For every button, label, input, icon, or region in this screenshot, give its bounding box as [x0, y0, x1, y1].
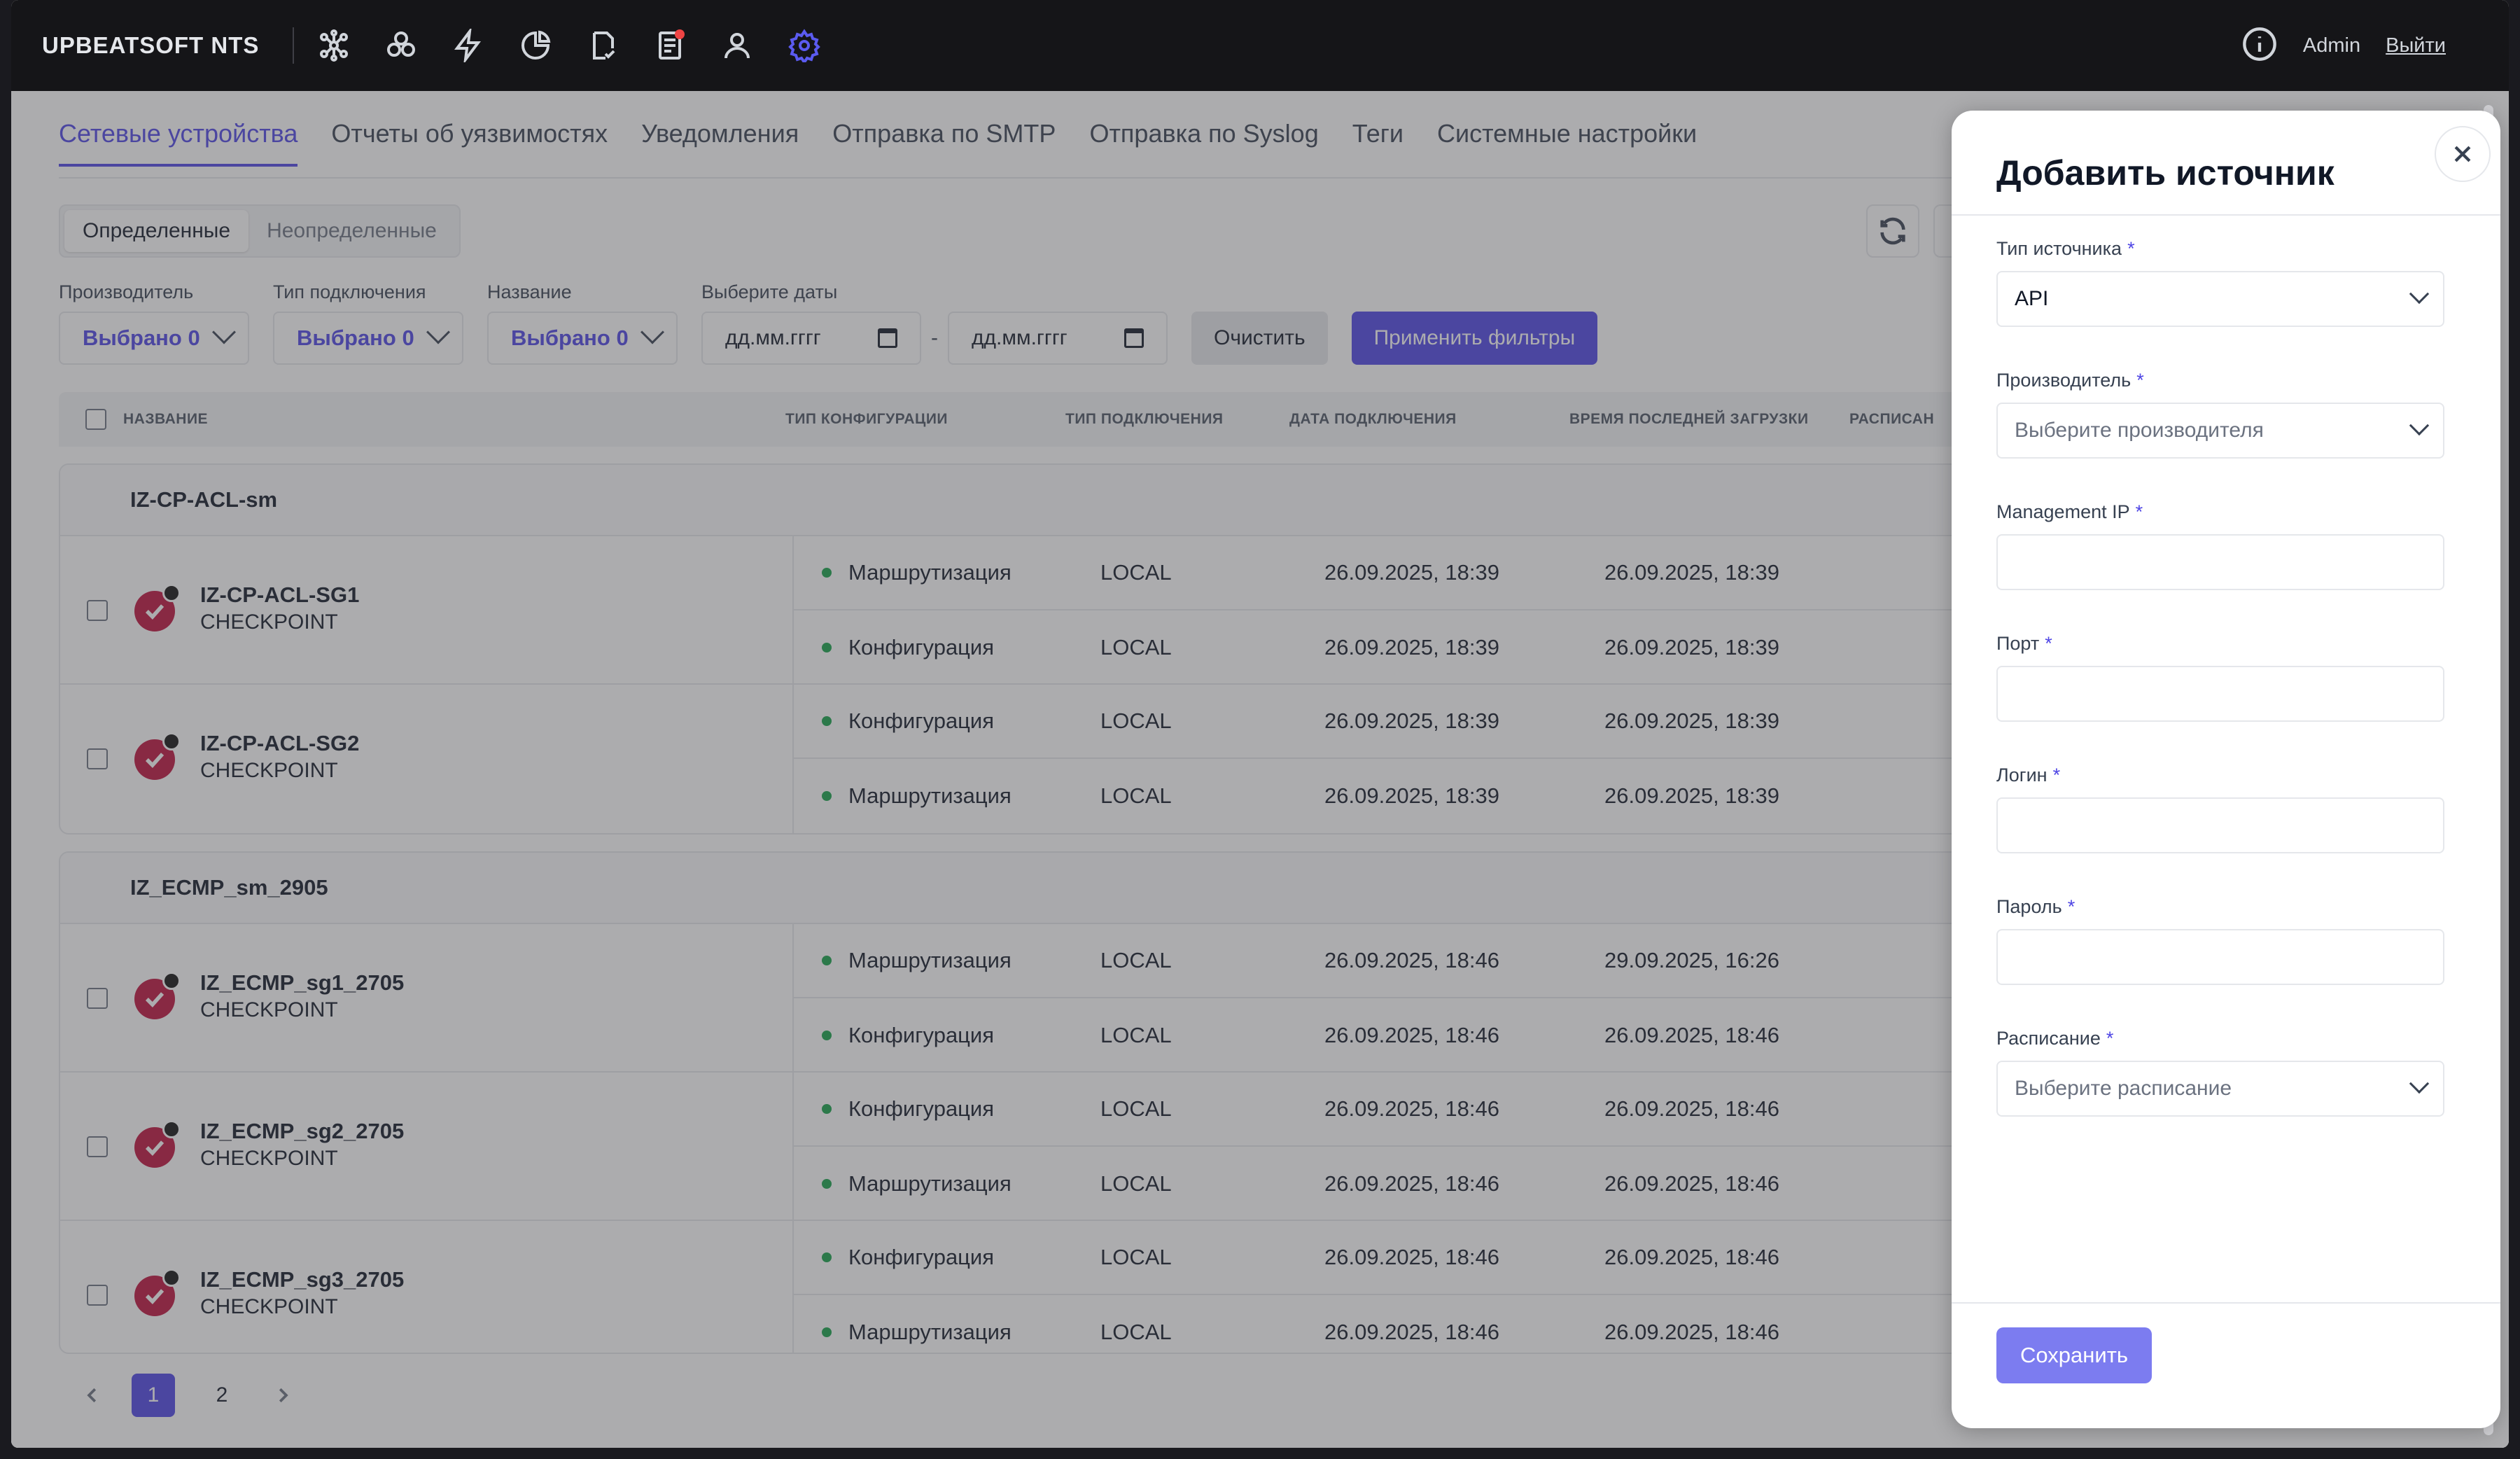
- drawer-footer-divider: [1952, 1302, 2500, 1304]
- mgmt-ip-input[interactable]: [1996, 534, 2444, 590]
- logout-link[interactable]: Выйти: [2386, 34, 2446, 57]
- password-field: Пароль *: [1996, 896, 2444, 985]
- chevron-down-icon: [2409, 1073, 2430, 1094]
- network-icon[interactable]: [312, 24, 356, 67]
- required-mark: *: [2052, 765, 2061, 786]
- document-check-icon[interactable]: [581, 24, 624, 67]
- username: Admin: [2302, 34, 2361, 57]
- required-mark: *: [2127, 238, 2135, 259]
- close-icon: [2454, 146, 2471, 162]
- required-mark: *: [2045, 633, 2052, 654]
- login-label: Логин: [1996, 765, 2047, 786]
- vendor-label: Производитель: [1996, 370, 2132, 391]
- source-type-value: API: [2015, 287, 2049, 310]
- vendor-field: Производитель * Выберите производителя: [1996, 370, 2444, 459]
- password-label: Пароль: [1996, 896, 2062, 917]
- login-field: Логин *: [1996, 765, 2444, 853]
- chevron-down-icon: [2409, 284, 2430, 305]
- hexagons-icon[interactable]: [379, 24, 423, 67]
- navbar-right: Admin Выйти: [2241, 0, 2446, 91]
- schedule-select[interactable]: Выберите расписание: [1996, 1061, 2444, 1117]
- schedule-placeholder: Выберите расписание: [2015, 1077, 2232, 1100]
- drawer-title: Добавить источник: [1996, 153, 2334, 193]
- navbar-divider: [293, 27, 295, 64]
- port-label: Порт: [1996, 633, 2040, 654]
- add-source-drawer: Добавить источник Тип источника * API Про…: [1952, 111, 2500, 1428]
- schedule-label: Расписание: [1996, 1028, 2101, 1049]
- source-type-field: Тип источника * API: [1996, 238, 2444, 327]
- required-mark: *: [2135, 501, 2143, 522]
- schedule-field: Расписание * Выберите расписание: [1996, 1028, 2444, 1117]
- brand-logo: UPBEATSOFT NTS: [42, 32, 260, 58]
- port-field: Порт *: [1996, 633, 2444, 722]
- user-icon[interactable]: [715, 24, 759, 67]
- report-icon[interactable]: [648, 24, 692, 67]
- source-type-label: Тип источника: [1996, 238, 2122, 259]
- top-navbar: UPBEATSOFT NTS Admin Выйти: [11, 0, 2509, 91]
- lightning-icon[interactable]: [447, 24, 490, 67]
- password-input[interactable]: [1996, 929, 2444, 985]
- mgmt-ip-field: Management IP *: [1996, 501, 2444, 590]
- port-input[interactable]: [1996, 666, 2444, 722]
- save-button[interactable]: Сохранить: [1996, 1327, 2152, 1383]
- mgmt-ip-label: Management IP: [1996, 501, 2130, 522]
- close-button[interactable]: [2435, 126, 2491, 182]
- login-input[interactable]: [1996, 797, 2444, 853]
- info-icon[interactable]: [2241, 26, 2278, 66]
- app-window: UPBEATSOFT NTS Admin Выйти Сетевые устро…: [11, 0, 2509, 1448]
- vendor-select[interactable]: Выберите производителя: [1996, 403, 2444, 459]
- drawer-divider: [1952, 214, 2500, 216]
- nav-icons: [312, 24, 826, 67]
- required-mark: *: [2106, 1028, 2114, 1049]
- source-type-select[interactable]: API: [1996, 271, 2444, 327]
- vendor-placeholder: Выберите производителя: [2015, 419, 2264, 442]
- pie-chart-icon[interactable]: [514, 24, 557, 67]
- chevron-down-icon: [2409, 415, 2430, 436]
- required-mark: *: [2136, 370, 2144, 391]
- settings-icon[interactable]: [783, 24, 826, 67]
- required-mark: *: [2067, 896, 2076, 917]
